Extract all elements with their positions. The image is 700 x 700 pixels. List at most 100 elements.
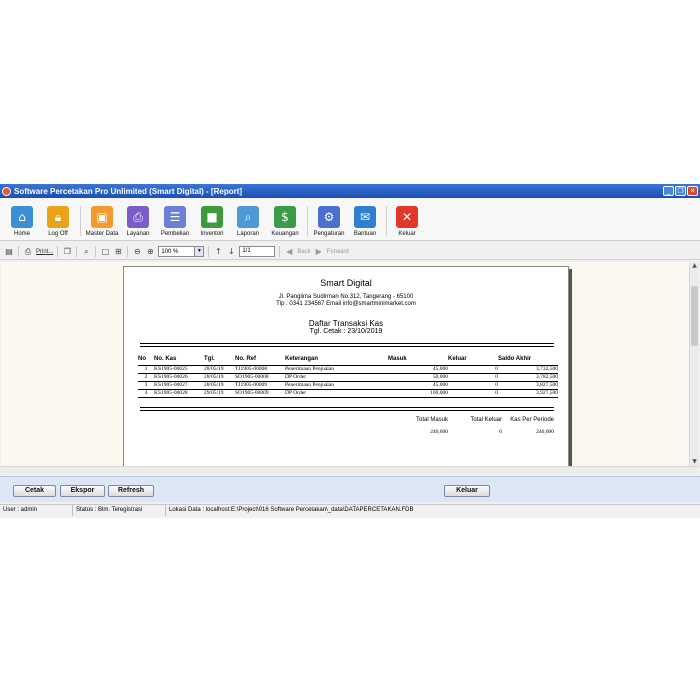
column-header: Keluar — [448, 356, 467, 363]
multi-page-icon[interactable]: ⊞ — [113, 247, 123, 257]
zoom-out-icon[interactable]: ⊖ — [132, 247, 142, 257]
toolbar-pembelian-button[interactable]: ☰ Pembelian — [156, 198, 194, 241]
scroll-down-icon[interactable]: ▼ — [690, 458, 699, 466]
table-cell: 2 — [138, 372, 154, 381]
toolbar-layanan-button[interactable]: ⎙ Layanan — [120, 198, 156, 241]
table-cell: 3,782,500 — [498, 372, 558, 381]
toolbar-home-button[interactable]: ⌂ Home — [5, 198, 39, 241]
money-icon: $ — [274, 206, 296, 228]
main-toolbar: ⌂ Home 🔒︎ Log Off ▣ Master Data ⎙ Layana… — [0, 198, 700, 241]
column-header: Keterangan — [285, 356, 319, 363]
chevron-down-icon[interactable]: ▼ — [194, 247, 204, 256]
viewer-separator — [127, 246, 129, 257]
status-user: User : admin — [0, 504, 73, 516]
table-cell: TJ1905-00009 — [235, 380, 285, 389]
toolbar-inventori-button[interactable]: ■ Inventori — [194, 198, 230, 241]
page-number-input[interactable]: 1/1 — [239, 246, 276, 257]
table-cell: 1 — [138, 364, 154, 373]
toolbar-logoff-button[interactable]: 🔒︎ Log Off — [39, 198, 77, 241]
table-cell: 0 — [448, 388, 498, 398]
kas-table: No No. Kas Tgl. No. Ref Keterangan Masuk… — [138, 354, 558, 398]
forward-button[interactable]: Forward — [327, 249, 349, 255]
forward-icon[interactable]: ▶ — [314, 247, 324, 257]
toolbar-keluar-button[interactable]: ✕ Keluar — [390, 198, 424, 241]
toolbar-bantuan-button[interactable]: ✉ Bantuan — [347, 198, 383, 241]
printer-icon[interactable]: ⎙ — [23, 247, 33, 257]
page-up-icon[interactable]: ↑ — [213, 247, 223, 257]
table-cell: 3,827,500 — [498, 380, 558, 389]
find-icon[interactable]: ⌕ — [81, 247, 91, 257]
toolbar-separator — [307, 206, 308, 236]
table-row: 2 KS1905-00026 28/05/19 SO1905-00008 DP … — [138, 372, 558, 381]
table-cell: 28/05/19 — [204, 380, 235, 389]
toolbar-master-data-button[interactable]: ▣ Master Data — [84, 198, 120, 241]
restore-icon[interactable]: ❐ — [675, 186, 686, 196]
horizontal-scrollbar[interactable] — [1, 466, 699, 474]
table-cell: 45,000 — [388, 364, 448, 373]
app-window: Software Percetakan Pro Unlimited (Smart… — [0, 184, 700, 518]
copy-icon[interactable]: ❐ — [62, 247, 72, 257]
toolbar-keuangan-label: Keuangan — [271, 231, 299, 237]
column-header: No. Ref — [235, 356, 256, 363]
ekspor-button[interactable]: Ekspor — [60, 485, 105, 497]
viewer-toolbar: ▤ ⎙ Print... ❐ ⌕ □ ⊞ ⊖ ⊕ 100 % ▼ ↑ ↓ 1/1… — [0, 244, 700, 260]
scroll-up-icon[interactable]: ▲ — [690, 262, 699, 270]
toolbar-keuangan-button[interactable]: $ Keuangan — [266, 198, 304, 241]
kas-per-periode-value: 240,000 — [536, 429, 554, 435]
status-bar: User : admin Status : Blm. Teregistrasi … — [0, 504, 700, 516]
back-icon[interactable]: ◀ — [284, 247, 294, 257]
toolbar-laporan-label: Laporan — [236, 231, 260, 237]
table-cell: 50,000 — [388, 372, 448, 381]
viewer-separator — [208, 246, 210, 257]
print-button[interactable]: Print... — [36, 249, 53, 255]
toolbar-pembelian-label: Pembelian — [160, 231, 190, 237]
window-controls: _ ❐ ✕ — [663, 186, 698, 196]
total-keluar-label: Total Keluar — [470, 417, 502, 423]
vertical-scrollbar[interactable]: ▲ ▼ — [689, 262, 699, 466]
table-cell: 3,732,500 — [498, 364, 558, 373]
table-cell: 28/05/19 — [204, 372, 235, 381]
column-header: No. Kas — [154, 356, 177, 363]
table-cell: KS1905-00026 — [154, 372, 204, 381]
report-print-date: Tgl. Cetak : 23/10/2019 — [309, 328, 383, 335]
table-cell: 45,000 — [388, 380, 448, 389]
title-bar: Software Percetakan Pro Unlimited (Smart… — [0, 184, 700, 198]
exit-icon: ✕ — [396, 206, 418, 228]
total-keluar-value: 0 — [499, 429, 502, 435]
table-cell: SO1905-00009 — [235, 388, 285, 398]
table-end-rule — [140, 410, 554, 411]
zoom-in-icon[interactable]: ⊕ — [145, 247, 155, 257]
table-cell: 0 — [448, 364, 498, 373]
keluar-button[interactable]: Keluar — [444, 485, 490, 497]
zoom-select[interactable]: 100 % ▼ — [158, 246, 205, 257]
single-page-icon[interactable]: □ — [100, 247, 110, 257]
close-icon[interactable]: ✕ — [687, 186, 698, 196]
scroll-thumb[interactable] — [691, 286, 698, 346]
viewer-separator — [76, 246, 78, 257]
toolbar-master-data-label: Master Data — [85, 231, 119, 237]
minimize-icon[interactable]: _ — [663, 186, 674, 196]
kas-per-periode: Kas Per Periode 240,000 — [504, 417, 554, 435]
page-down-icon[interactable]: ↓ — [226, 247, 236, 257]
total-masuk: Total Masuk 240,000 — [410, 417, 448, 435]
table-cell: 0 — [448, 372, 498, 381]
list-icon: ☰ — [164, 206, 186, 228]
back-button[interactable]: Back — [297, 249, 310, 255]
refresh-button[interactable]: Refresh — [108, 485, 154, 497]
store-icon: ⌂ — [11, 206, 33, 228]
app-icon — [2, 186, 11, 196]
table-cell: 3,927,500 — [498, 388, 558, 398]
report-preview[interactable]: Smart Digital Jl. Panglima Sudirman No.3… — [1, 262, 689, 466]
table-cell: 100,000 — [388, 388, 448, 398]
page-setup-icon[interactable]: ▤ — [4, 247, 14, 257]
table-row: 1 KS1905-00025 28/05/19 TJ1905-00008 Pen… — [138, 364, 558, 373]
column-header: Saldo Akhir — [498, 356, 532, 363]
company-name: Smart Digital — [320, 278, 372, 288]
status-registration: Status : Blm. Teregistrasi — [73, 504, 166, 516]
toolbar-pengaturan-button[interactable]: ⚙ Pengaturan — [311, 198, 347, 241]
table-end-rule — [140, 407, 554, 408]
toolbar-inventori-label: Inventori — [200, 231, 224, 237]
toolbar-laporan-button[interactable]: ⌕ Laporan — [230, 198, 266, 241]
cetak-button[interactable]: Cetak — [13, 485, 56, 497]
viewer-separator — [95, 246, 97, 257]
